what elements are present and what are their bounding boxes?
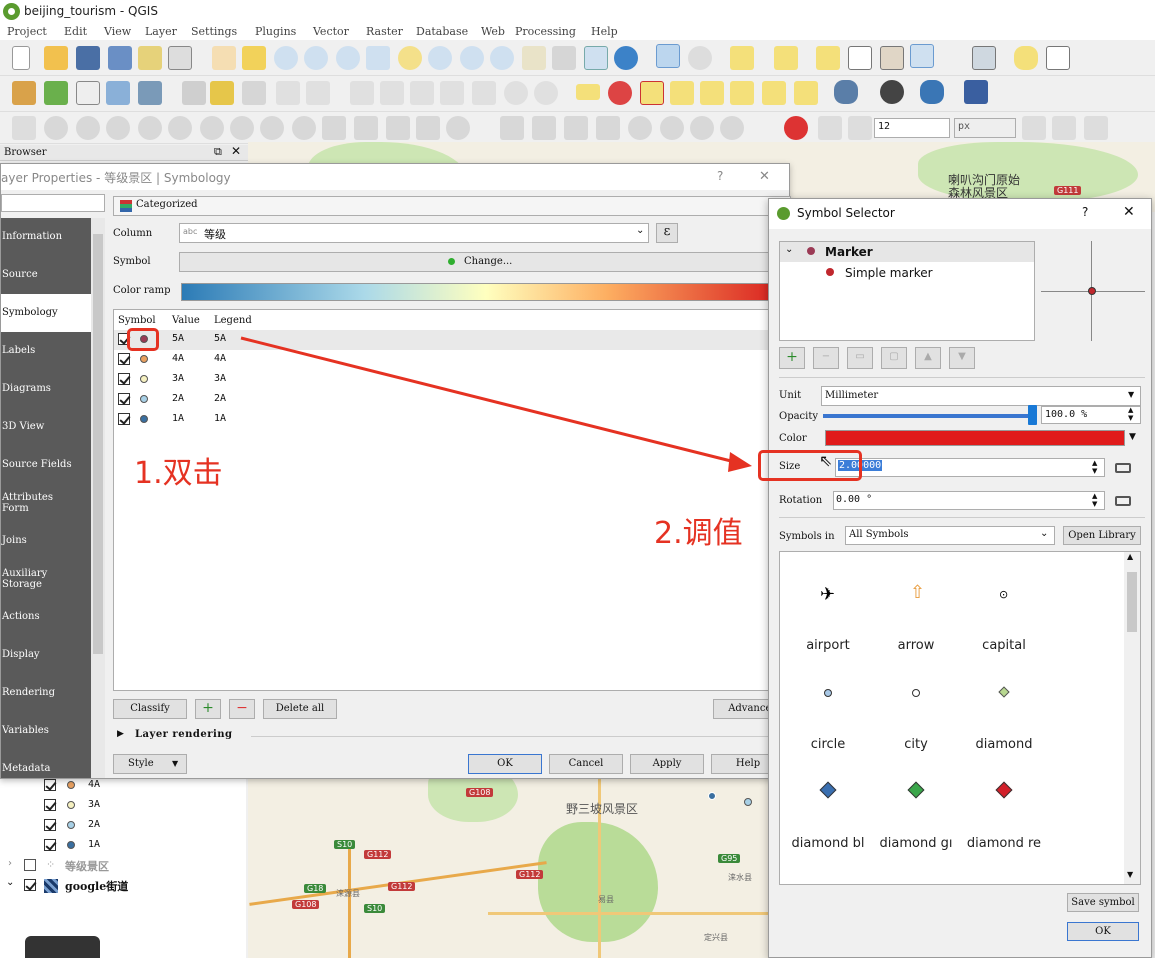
step1-annotation: 1.双击 xyxy=(134,456,223,491)
step2-annotation: 2.调值 xyxy=(654,516,743,551)
